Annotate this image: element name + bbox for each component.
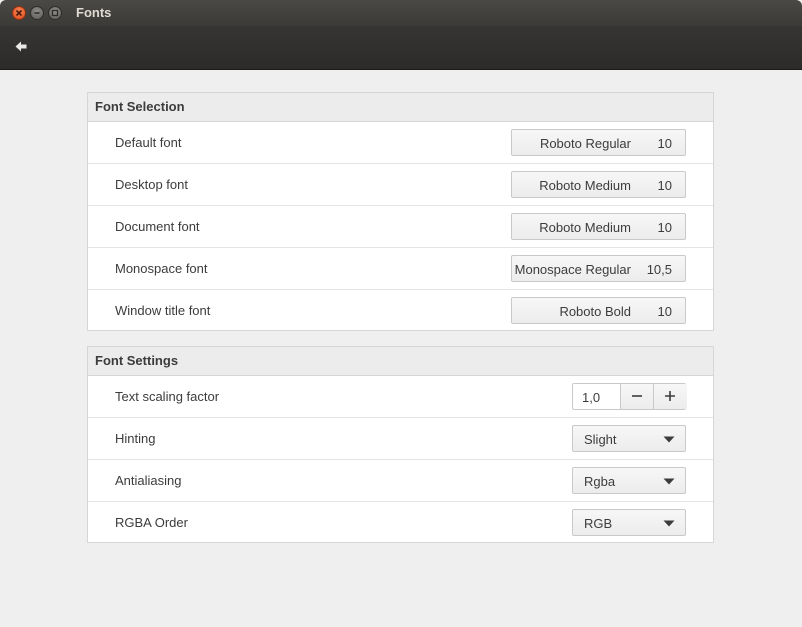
- chevron-down-icon: [663, 436, 675, 443]
- back-arrow-icon: [15, 41, 27, 52]
- chevron-down-icon: [663, 478, 675, 485]
- plus-icon: [665, 391, 675, 401]
- antialiasing-value: Rgba: [584, 474, 616, 489]
- increase-button[interactable]: [653, 384, 687, 409]
- hinting-label: Hinting: [115, 431, 156, 446]
- decrease-button[interactable]: [620, 384, 654, 409]
- maximize-window-button[interactable]: [48, 6, 62, 20]
- rgba-order-row: RGBA Order RGB: [88, 502, 713, 544]
- header-toolbar: [0, 26, 802, 70]
- window-title-font-row: Window title font Roboto Bold 10: [88, 290, 713, 332]
- font-name: Monospace Regular: [514, 262, 631, 277]
- window-title: Fonts: [76, 5, 112, 20]
- font-selection-panel: Font Selection Default font Roboto Regul…: [87, 92, 714, 331]
- chevron-down-icon: [663, 520, 675, 527]
- antialiasing-dropdown[interactable]: Rgba: [572, 467, 686, 494]
- window-title-font-label: Window title font: [115, 303, 211, 318]
- font-size: 10,5: [646, 262, 672, 277]
- hinting-row: Hinting Slight: [88, 418, 713, 460]
- font-name: Roboto Bold: [559, 304, 631, 319]
- font-name: Roboto Medium: [539, 178, 631, 193]
- font-settings-header: Font Settings: [88, 347, 713, 376]
- fonts-window: Fonts Font Selection Default font Roboto…: [0, 0, 802, 627]
- monospace-font-button[interactable]: Monospace Regular 10,5: [511, 255, 686, 282]
- hinting-dropdown[interactable]: Slight: [572, 425, 686, 452]
- minimize-window-button[interactable]: [30, 6, 44, 20]
- title-bar: Fonts: [0, 0, 802, 26]
- document-font-button[interactable]: Roboto Medium 10: [511, 213, 686, 240]
- maximize-icon: [51, 9, 59, 17]
- desktop-font-label: Desktop font: [115, 177, 188, 192]
- back-button[interactable]: [10, 36, 34, 58]
- default-font-row: Default font Roboto Regular 10: [88, 122, 713, 164]
- text-scaling-label: Text scaling factor: [115, 389, 220, 404]
- antialiasing-row: Antialiasing Rgba: [88, 460, 713, 502]
- font-name: Roboto Medium: [539, 220, 631, 235]
- font-size: 10: [657, 136, 672, 151]
- rgba-order-value: RGB: [584, 516, 613, 531]
- font-size: 10: [657, 178, 672, 193]
- close-icon: [15, 9, 23, 17]
- text-scaling-spinbutton: 1,0: [572, 383, 687, 410]
- font-size: 10: [657, 220, 672, 235]
- minimize-icon: [34, 12, 40, 14]
- rgba-order-dropdown[interactable]: RGB: [572, 509, 686, 536]
- close-window-button[interactable]: [12, 6, 26, 20]
- default-font-label: Default font: [115, 135, 182, 150]
- font-settings-panel: Font Settings Text scaling factor 1,0 Hi…: [87, 346, 714, 543]
- minus-icon: [632, 395, 642, 397]
- hinting-value: Slight: [584, 432, 617, 447]
- text-scaling-row: Text scaling factor 1,0: [88, 376, 713, 418]
- monospace-font-label: Monospace font: [115, 261, 208, 276]
- rgba-order-label: RGBA Order: [115, 515, 188, 530]
- default-font-button[interactable]: Roboto Regular 10: [511, 129, 686, 156]
- text-scaling-input[interactable]: 1,0: [582, 390, 600, 405]
- desktop-font-row: Desktop font Roboto Medium 10: [88, 164, 713, 206]
- desktop-font-button[interactable]: Roboto Medium 10: [511, 171, 686, 198]
- font-selection-header: Font Selection: [88, 93, 713, 122]
- monospace-font-row: Monospace font Monospace Regular 10,5: [88, 248, 713, 290]
- font-name: Roboto Regular: [539, 136, 631, 151]
- font-size: 10: [657, 304, 672, 319]
- document-font-row: Document font Roboto Medium 10: [88, 206, 713, 248]
- antialiasing-label: Antialiasing: [115, 473, 182, 488]
- window-title-font-button[interactable]: Roboto Bold 10: [511, 297, 686, 324]
- document-font-label: Document font: [115, 219, 200, 234]
